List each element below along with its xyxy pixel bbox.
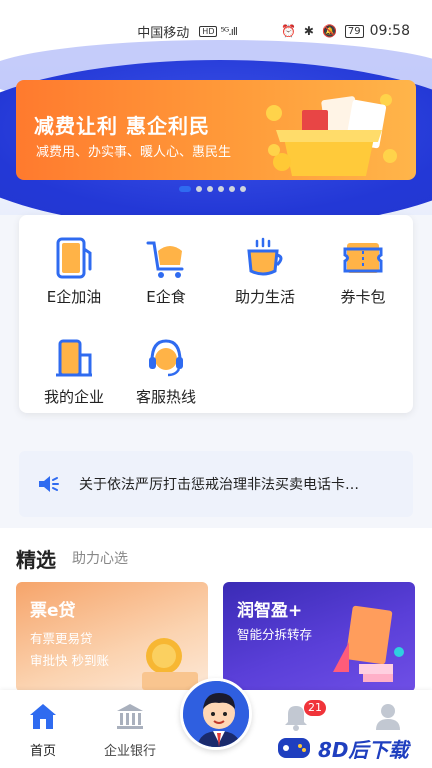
nav-home[interactable]: 首页 bbox=[3, 700, 83, 759]
service-label: 助力生活 bbox=[234, 288, 295, 306]
notification-badge: 21 bbox=[304, 700, 326, 716]
service-hotline[interactable]: 客服热线 bbox=[116, 337, 216, 417]
promo-card-title: 票e贷 bbox=[30, 601, 76, 621]
user-icon bbox=[376, 704, 400, 730]
shopping-cart-icon bbox=[146, 241, 184, 278]
carousel-dot[interactable] bbox=[195, 186, 202, 192]
coin-illustration bbox=[142, 638, 198, 690]
gamepad-icon bbox=[278, 738, 310, 758]
headset-icon bbox=[149, 339, 183, 377]
carousel-dot[interactable] bbox=[228, 186, 235, 192]
ticket-icon bbox=[343, 243, 383, 273]
hd-indicator: HD bbox=[199, 25, 218, 37]
carousel-dot[interactable] bbox=[217, 186, 224, 192]
nav-label: 首页 bbox=[29, 744, 56, 759]
service-label: E企加油 bbox=[46, 288, 102, 306]
service-my-company[interactable]: 我的企业 bbox=[24, 337, 124, 417]
carousel-indicator[interactable] bbox=[0, 186, 432, 192]
watermark-logo: 8D后下载 bbox=[276, 730, 432, 766]
promo-card-line: 有票更易贷 bbox=[30, 631, 93, 646]
building-icon bbox=[56, 339, 92, 377]
promo-card-line: 智能分拆转存 bbox=[237, 627, 313, 642]
fuel-pump-icon bbox=[56, 237, 92, 279]
section-title: 精选 bbox=[16, 548, 56, 572]
gift-box-illustration bbox=[266, 94, 397, 176]
service-label: 我的企业 bbox=[43, 388, 104, 406]
assistant-avatar-button[interactable] bbox=[180, 678, 252, 750]
coffee-cup-icon bbox=[247, 237, 283, 276]
banner-subtitle: 减费用、办实事、暖人心、惠民生 bbox=[36, 145, 232, 160]
signal-icon: ⁵ᴳ.ıll bbox=[220, 24, 237, 38]
alarm-icon: ⏰ bbox=[280, 24, 296, 38]
service-label: 券卡包 bbox=[340, 288, 386, 306]
finance-illustration bbox=[333, 605, 404, 682]
service-food[interactable]: E企食 bbox=[116, 237, 216, 317]
service-label: 客服热线 bbox=[135, 388, 196, 406]
carousel-dot[interactable] bbox=[206, 186, 213, 192]
service-label: E企食 bbox=[146, 288, 186, 306]
promo-card-smart-deposit[interactable]: 润智盈+ 智能分拆转存 bbox=[223, 582, 415, 692]
watermark-text: 8D后下载 bbox=[318, 737, 409, 762]
carousel-dot[interactable] bbox=[239, 186, 246, 192]
carousel-dot-active[interactable] bbox=[178, 186, 191, 192]
nav-mine[interactable] bbox=[348, 700, 428, 732]
banner-title: 减费让利 惠企利民 bbox=[34, 114, 210, 138]
promo-card-line: 审批快 秒到账 bbox=[30, 653, 109, 668]
promo-card-title: 润智盈+ bbox=[237, 601, 303, 621]
status-bar: 中国移动 HD ⁵ᴳ.ıll ⏰ ✱ 🔕 79 09:58 bbox=[0, 0, 432, 62]
notice-bar[interactable]: 关于依法严厉打击惩戒治理非法买卖电话卡… bbox=[19, 451, 413, 517]
promo-banner[interactable]: 减费让利 惠企利民 减费用、办实事、暖人心、惠民生 bbox=[16, 80, 416, 180]
bluetooth-icon: ✱ bbox=[303, 24, 314, 38]
mute-icon: 🔕 bbox=[321, 24, 337, 38]
service-grid: E企加油 E企食 助力生活 券卡包 我的企业 客服热线 bbox=[19, 215, 413, 413]
clock: 09:58 bbox=[369, 23, 410, 39]
section-subtitle: 助力心选 bbox=[72, 551, 128, 567]
nav-label: 企业银行 bbox=[103, 744, 156, 759]
battery-icon: 79 bbox=[344, 24, 364, 38]
service-fuel[interactable]: E企加油 bbox=[24, 237, 124, 317]
speaker-icon bbox=[39, 476, 59, 492]
carrier-label: 中国移动 bbox=[137, 25, 190, 41]
nav-corporate-bank[interactable]: 企业银行 bbox=[90, 700, 170, 759]
home-icon bbox=[30, 704, 56, 729]
bank-icon bbox=[117, 704, 143, 729]
service-life[interactable]: 助力生活 bbox=[215, 237, 315, 317]
service-coupons[interactable]: 券卡包 bbox=[313, 237, 413, 317]
notice-text: 关于依法严厉打击惩戒治理非法买卖电话卡… bbox=[79, 477, 359, 493]
promo-card-loan[interactable]: 票e贷 有票更易贷 审批快 秒到账 bbox=[16, 582, 208, 692]
